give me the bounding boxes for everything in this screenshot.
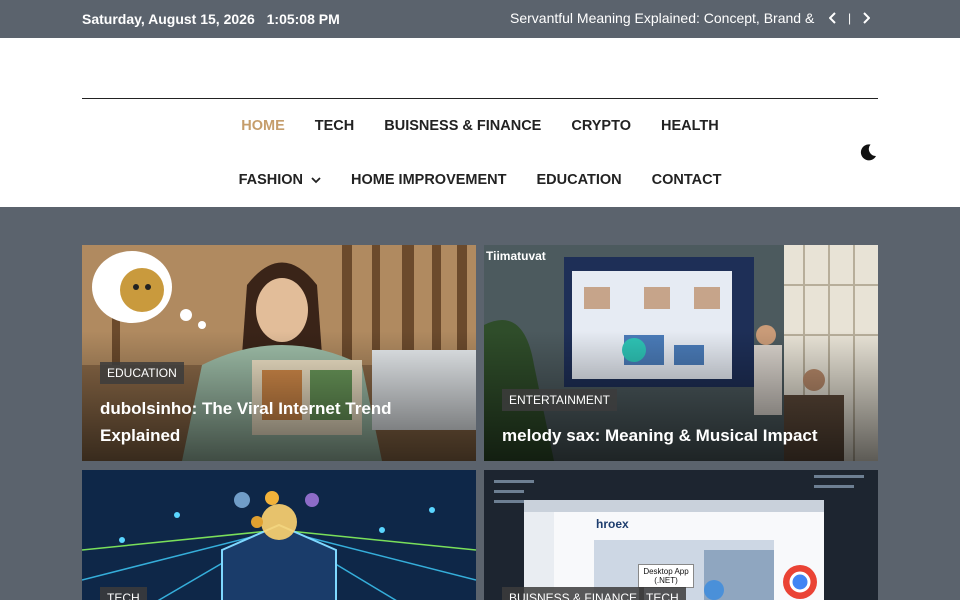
- nav-item-home[interactable]: HOME: [241, 118, 285, 134]
- nav-item-fashion-label: FASHION: [238, 172, 304, 188]
- post-card-1[interactable]: EDUCATION dubolsinho: The Viral Internet…: [82, 245, 476, 461]
- ticker-separator: |: [848, 11, 852, 25]
- category-badge[interactable]: TECH: [100, 587, 147, 600]
- nav-item-tech[interactable]: TECH: [315, 118, 354, 134]
- dark-mode-toggle[interactable]: [858, 142, 878, 162]
- site-header: HOME TECH BUISNESS & FINANCE CRYPTO HEAL…: [0, 38, 960, 207]
- nav-item-health[interactable]: HEALTH: [661, 118, 719, 134]
- main-nav-row-1: HOME TECH BUISNESS & FINANCE CRYPTO HEAL…: [0, 118, 960, 134]
- header-divider: [82, 98, 878, 99]
- ticker-next-button[interactable]: [859, 8, 873, 28]
- nav-item-home-improvement[interactable]: HOME IMPROVEMENT: [351, 172, 506, 188]
- ticker-headline[interactable]: Servantful Meaning Explained: Concept, B…: [510, 10, 814, 26]
- nav-item-business-finance[interactable]: BUISNESS & FINANCE: [384, 118, 541, 134]
- post-card-3[interactable]: TECH: [82, 470, 476, 600]
- nav-item-fashion[interactable]: FASHION: [239, 172, 321, 188]
- top-bar: Saturday, August 15, 2026 1:05:08 PM Ser…: [0, 0, 960, 38]
- post-card-4[interactable]: hroex Desktop App (.NET) BUISNESS & FINA…: [484, 470, 878, 600]
- ticker-prev-button[interactable]: [826, 8, 840, 28]
- post-image-3: [82, 470, 476, 600]
- news-ticker[interactable]: Servantful Meaning Explained: Concept, B…: [510, 10, 822, 26]
- nav-item-education[interactable]: EDUCATION: [537, 172, 622, 188]
- current-date: Saturday, August 15, 2026: [82, 11, 255, 27]
- desktop-app-label: Desktop App (.NET): [638, 564, 694, 588]
- nav-item-contact[interactable]: CONTACT: [652, 172, 722, 188]
- category-badge[interactable]: EDUCATION: [100, 362, 184, 384]
- category-badge-secondary[interactable]: TECH: [639, 587, 686, 600]
- chevron-right-icon: [863, 12, 871, 24]
- chevron-left-icon: [829, 12, 836, 24]
- image-watermark: Tiimatuvat: [486, 249, 546, 263]
- main-nav-row-2: FASHION HOME IMPROVEMENT EDUCATION CONTA…: [0, 172, 960, 188]
- nav-item-crypto[interactable]: CRYPTO: [571, 118, 631, 134]
- current-time: 1:05:08 PM: [266, 11, 340, 27]
- image-brand-text: hroex: [596, 517, 629, 531]
- post-card-2[interactable]: Tiimatuvat ENTERTAINMENT melody sax: Mea…: [484, 245, 878, 461]
- post-title[interactable]: melody sax: Meaning & Musical Impact: [502, 422, 862, 449]
- post-title[interactable]: dubolsinho: The Viral Internet Trend Exp…: [100, 395, 430, 449]
- category-badge[interactable]: ENTERTAINMENT: [502, 389, 617, 411]
- moon-icon: [860, 144, 876, 161]
- category-badge[interactable]: BUISNESS & FINANCE: [502, 587, 645, 600]
- desktop-app-label-text: Desktop App (.NET): [643, 567, 689, 585]
- ticker-controls: |: [826, 8, 873, 28]
- chevron-down-icon: [311, 177, 321, 184]
- date-time: Saturday, August 15, 2026 1:05:08 PM: [82, 11, 340, 27]
